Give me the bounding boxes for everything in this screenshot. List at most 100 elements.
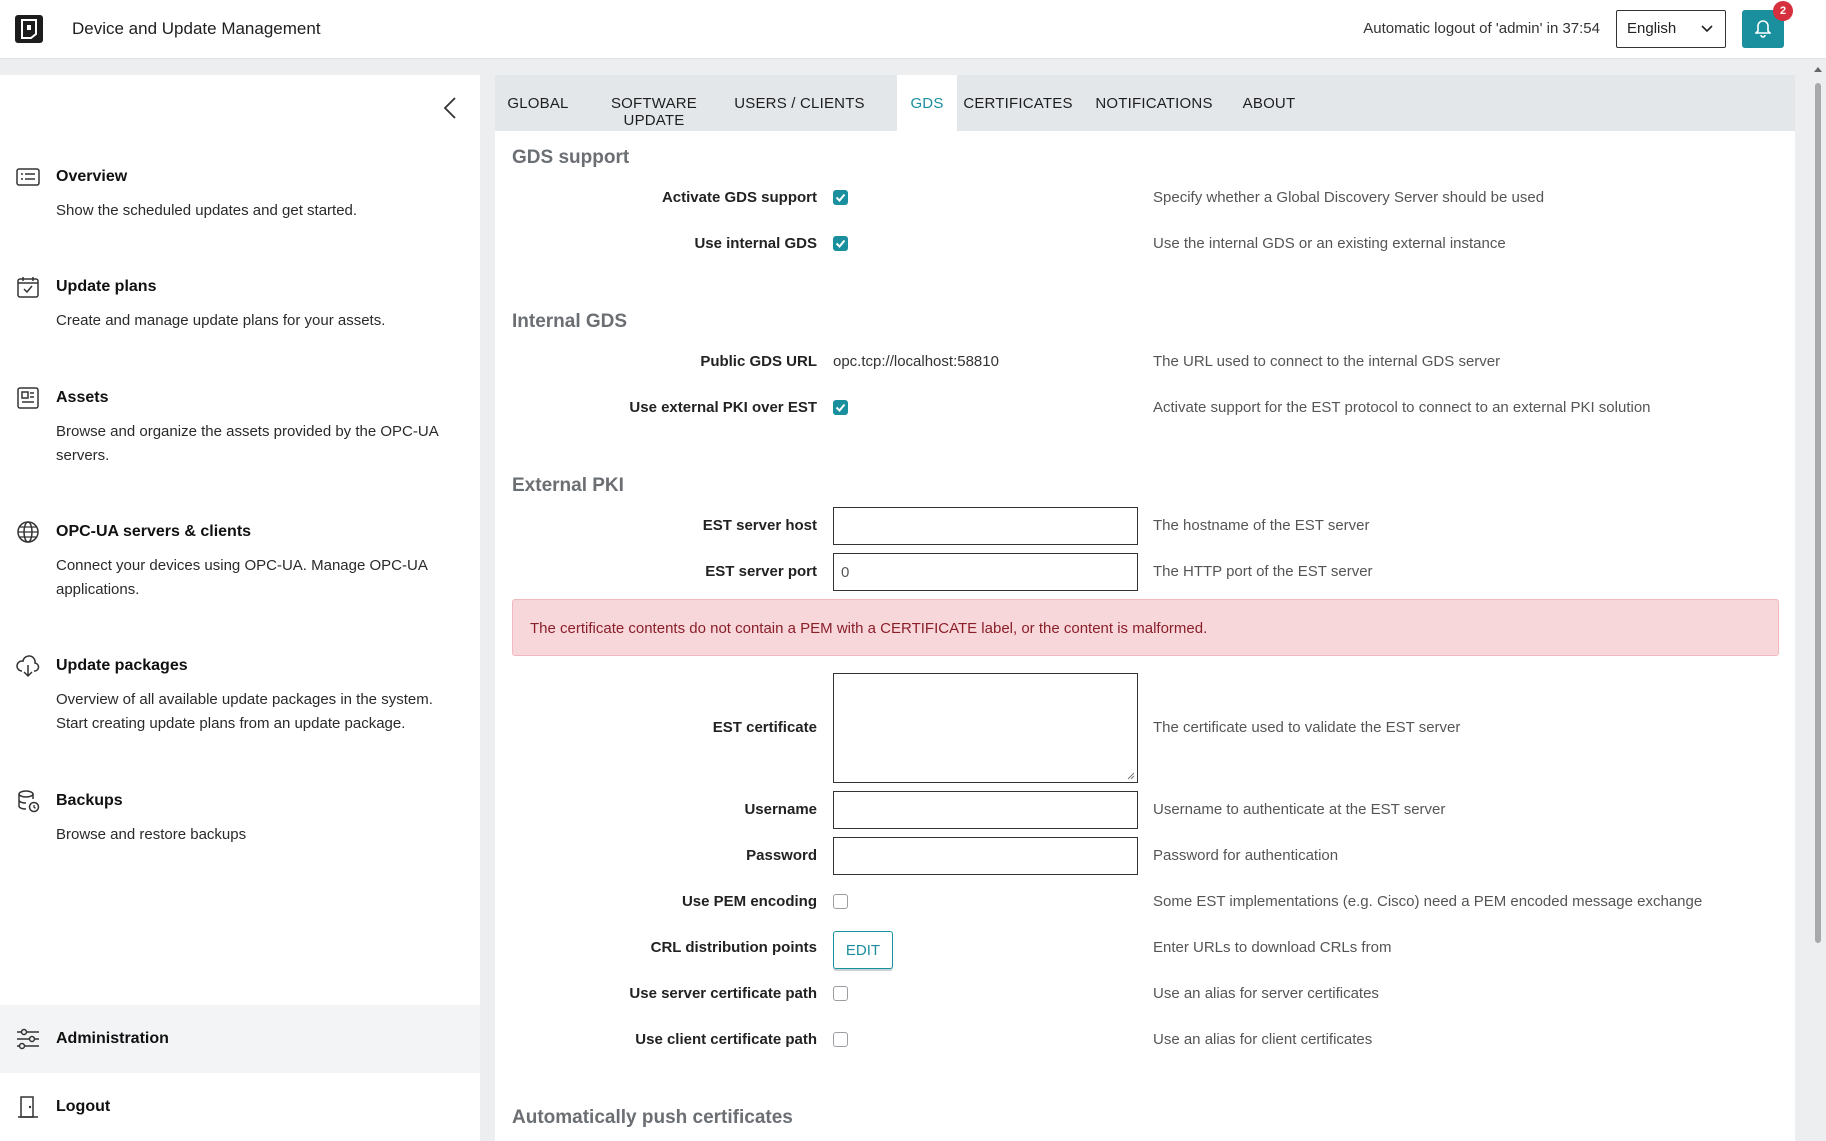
field-help: The hostname of the EST server: [1153, 517, 1370, 534]
calendar-check-icon: [17, 277, 39, 298]
chevron-left-icon: [443, 97, 456, 119]
sidebar-item-title: Overview: [56, 168, 128, 185]
form-row-pem-encoding: Use PEM encoding Some EST implementation…: [495, 881, 1795, 921]
tab-global[interactable]: GLOBAL: [495, 75, 581, 131]
sidebar-item-title: Update packages: [56, 657, 188, 674]
tab-notifications[interactable]: NOTIFICATIONS: [1079, 75, 1229, 131]
database-clock-icon: [18, 790, 40, 813]
language-select[interactable]: English: [1616, 10, 1726, 48]
field-help: Use an alias for server certificates: [1153, 985, 1379, 1002]
use-client-cert-path-checkbox[interactable]: [833, 1032, 848, 1047]
tab-bar: GLOBAL SOFTWARE UPDATE USERS / CLIENTS G…: [495, 75, 1795, 131]
form-row-client-cert-path: Use client certificate path Use an alias…: [495, 1019, 1795, 1059]
field-help: Use an alias for client certificates: [1153, 1031, 1373, 1048]
asset-icon: [17, 387, 39, 409]
sidebar-item-overview[interactable]: Overview Show the scheduled updates and …: [0, 165, 480, 245]
field-help: Some EST implementations (e.g. Cisco) ne…: [1153, 893, 1703, 910]
scrollbar-thumb[interactable]: [1815, 83, 1821, 943]
field-help: Specify whether a Global Discovery Serve…: [1153, 189, 1545, 206]
field-label: Use server certificate path: [629, 985, 817, 1002]
field-label: CRL distribution points: [650, 939, 817, 956]
sidebar-item-desc: Overview of all available update package…: [56, 691, 433, 732]
app-logo-icon[interactable]: [15, 15, 43, 43]
field-help: Enter URLs to download CRLs from: [1153, 939, 1392, 956]
est-server-port-input[interactable]: 0: [833, 553, 1138, 591]
public-gds-url-value: opc.tcp://localhost:58810: [833, 353, 999, 370]
sidebar-item-title: Logout: [56, 1098, 111, 1115]
field-label: Use PEM encoding: [681, 893, 817, 910]
check-icon: [835, 193, 846, 202]
form-row-external-pki: Use external PKI over EST Activate suppo…: [495, 387, 1795, 427]
sidebar: Overview Show the scheduled updates and …: [0, 75, 480, 1141]
edit-crl-button[interactable]: EDIT: [833, 931, 893, 969]
sidebar-item-assets[interactable]: Assets Browse and organize the assets pr…: [0, 386, 480, 486]
field-label: Use client certificate path: [635, 1031, 817, 1048]
check-icon: [835, 403, 846, 412]
form-row-est-port: EST server port 0 The HTTP port of the E…: [495, 551, 1795, 591]
sidebar-item-update-plans[interactable]: Update plans Create and manage update pl…: [0, 275, 480, 355]
form-row-server-cert-path: Use server certificate path Use an alias…: [495, 973, 1795, 1013]
use-internal-gds-checkbox[interactable]: [833, 236, 848, 251]
field-help: Activate support for the EST protocol to…: [1153, 399, 1651, 416]
sliders-icon: [17, 1028, 39, 1050]
top-bar: Device and Update Management Automatic l…: [0, 0, 1826, 59]
sidebar-item-backups[interactable]: Backups Browse and restore backups: [0, 789, 480, 869]
field-label: EST certificate: [712, 719, 817, 736]
page-scrollbar[interactable]: [1810, 59, 1826, 1141]
tab-software-update[interactable]: SOFTWARE UPDATE: [581, 75, 727, 131]
activate-gds-checkbox[interactable]: [833, 190, 848, 205]
est-server-host-input[interactable]: [833, 507, 1138, 545]
certificate-error-alert: The certificate contents do not contain …: [512, 599, 1779, 656]
section-title-auto-push: Automatically push certificates: [512, 1107, 793, 1128]
sidebar-item-update-packages[interactable]: Update packages Overview of all availabl…: [0, 654, 480, 754]
est-certificate-textarea[interactable]: [833, 673, 1138, 783]
collapse-sidebar-button[interactable]: [443, 97, 463, 121]
tab-certificates[interactable]: CERTIFICATES: [957, 75, 1079, 131]
field-label: EST server host: [702, 517, 817, 534]
section-title-gds-support: GDS support: [512, 147, 630, 168]
field-label: Activate GDS support: [661, 189, 817, 206]
sidebar-item-desc: Create and manage update plans for your …: [56, 312, 386, 329]
form-row-public-gds-url: Public GDS URL opc.tcp://localhost:58810…: [495, 341, 1795, 381]
resize-grip-icon[interactable]: [1127, 772, 1135, 780]
form-row-est-certificate: EST certificate The certificate used to …: [495, 673, 1795, 785]
cloud-download-icon: [16, 655, 40, 678]
form-row-est-host: EST server host The hostname of the EST …: [495, 505, 1795, 545]
field-label: Public GDS URL: [700, 353, 817, 370]
sidebar-item-logout[interactable]: Logout: [0, 1075, 480, 1141]
field-label: EST server port: [705, 563, 817, 580]
check-icon: [835, 239, 846, 248]
auto-logout-notice: Automatic logout of 'admin' in 37:54: [1363, 20, 1600, 37]
sidebar-item-desc: Browse and organize the assets provided …: [56, 423, 438, 464]
field-label: Use internal GDS: [694, 235, 817, 252]
tab-users-clients[interactable]: USERS / CLIENTS: [727, 75, 872, 131]
list-icon: [16, 168, 40, 186]
form-row-activate-gds: Activate GDS support Specify whether a G…: [495, 177, 1795, 217]
sidebar-item-title: Assets: [56, 389, 109, 406]
sidebar-item-opcua-servers[interactable]: OPC-UA servers & clients Connect your de…: [0, 520, 480, 620]
password-input[interactable]: [833, 837, 1138, 875]
username-input[interactable]: [833, 791, 1138, 829]
sidebar-item-title: Update plans: [56, 278, 157, 295]
sidebar-item-title: Administration: [56, 1030, 169, 1047]
sidebar-item-title: Backups: [56, 792, 123, 809]
tab-about[interactable]: ABOUT: [1229, 75, 1309, 131]
tab-gds[interactable]: GDS: [897, 75, 957, 131]
arrow-up-icon[interactable]: [1813, 65, 1823, 73]
use-server-cert-path-checkbox[interactable]: [833, 986, 848, 1001]
field-help: The certificate used to validate the EST…: [1153, 719, 1461, 736]
globe-icon: [17, 521, 39, 543]
sidebar-item-desc: Connect your devices using OPC-UA. Manag…: [56, 557, 427, 598]
field-help: Use the internal GDS or an existing exte…: [1153, 235, 1506, 252]
chevron-down-icon: [1701, 25, 1713, 33]
use-pem-encoding-checkbox[interactable]: [833, 894, 848, 909]
sidebar-item-title: OPC-UA servers & clients: [56, 523, 252, 540]
use-external-pki-checkbox[interactable]: [833, 400, 848, 415]
field-help: Username to authenticate at the EST serv…: [1153, 801, 1446, 818]
sidebar-item-administration[interactable]: Administration: [0, 1005, 480, 1073]
sidebar-item-desc: Show the scheduled updates and get start…: [56, 202, 358, 219]
field-help: Password for authentication: [1153, 847, 1339, 864]
form-row-crl-points: CRL distribution points EDIT Enter URLs …: [495, 927, 1795, 969]
app-title: Device and Update Management: [72, 19, 321, 38]
form-row-password: Password Password for authentication: [495, 835, 1795, 875]
